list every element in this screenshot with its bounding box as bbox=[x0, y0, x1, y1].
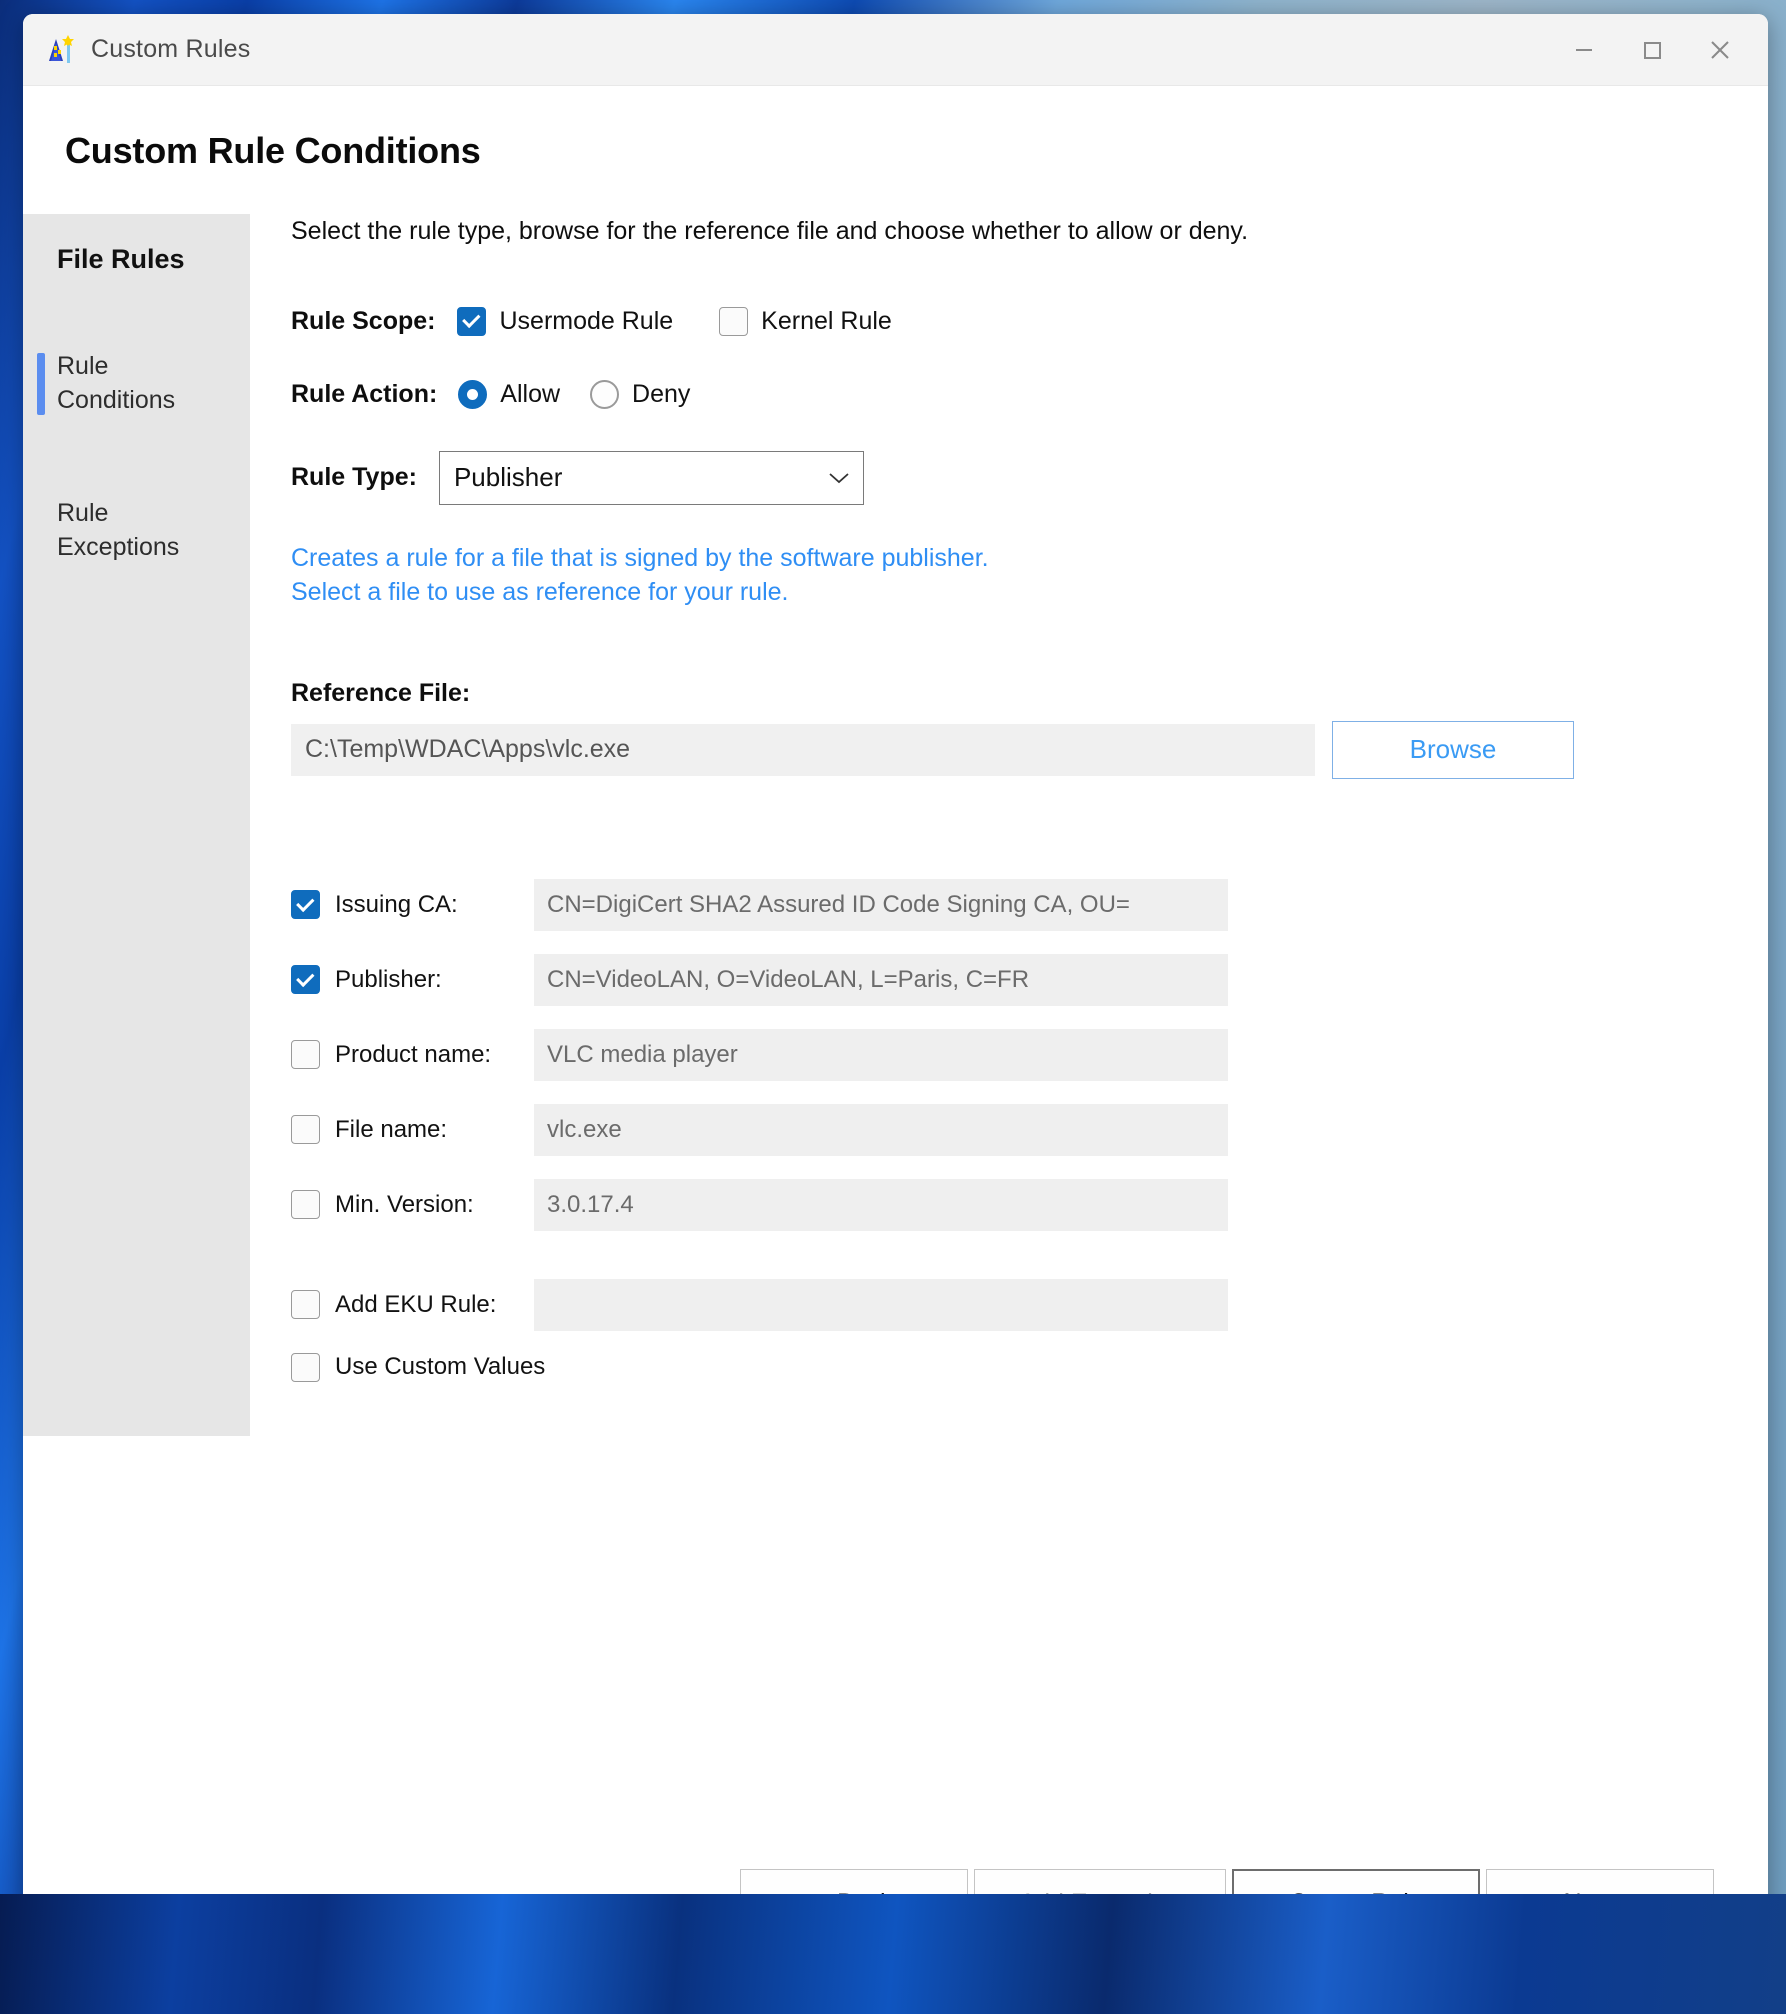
condition-row-eku: Add EKU Rule: bbox=[265, 1279, 1768, 1331]
issuing-ca-value[interactable]: CN=DigiCert SHA2 Assured ID Code Signing… bbox=[534, 879, 1228, 931]
publisher-value[interactable]: CN=VideoLAN, O=VideoLAN, L=Paris, C=FR bbox=[534, 954, 1228, 1006]
condition-row-min-version: Min. Version: 3.0.17.4 bbox=[265, 1179, 1768, 1231]
sidebar-item-rule-exceptions[interactable]: Rule Exceptions bbox=[23, 496, 250, 565]
window-title: Custom Rules bbox=[91, 35, 250, 64]
min-version-label: Min. Version: bbox=[335, 1191, 534, 1219]
selected-indicator bbox=[37, 353, 45, 415]
usermode-rule-label: Usermode Rule bbox=[499, 307, 673, 336]
window-body: File Rules Rule Conditions Rule Exceptio… bbox=[23, 172, 1768, 1830]
page-title: Custom Rule Conditions bbox=[23, 86, 1768, 172]
condition-row-issuing-ca: Issuing CA: CN=DigiCert SHA2 Assured ID … bbox=[265, 879, 1768, 931]
maximize-button[interactable] bbox=[1618, 14, 1686, 86]
sidebar: File Rules Rule Conditions Rule Exceptio… bbox=[23, 214, 250, 1436]
file-name-checkbox[interactable] bbox=[291, 1115, 320, 1144]
kernel-rule-checkbox[interactable] bbox=[719, 307, 748, 336]
min-version-checkbox[interactable] bbox=[291, 1190, 320, 1219]
sidebar-item-label-line2: Exceptions bbox=[57, 530, 250, 564]
rule-scope-label: Rule Scope: bbox=[291, 307, 435, 336]
desktop-background: Custom Rules bbox=[0, 0, 1786, 2014]
intro-text: Select the rule type, browse for the ref… bbox=[265, 214, 1255, 249]
issuing-ca-checkbox[interactable] bbox=[291, 890, 320, 919]
close-button[interactable] bbox=[1686, 14, 1754, 86]
file-name-value[interactable]: vlc.exe bbox=[534, 1104, 1228, 1156]
condition-row-custom-values: Use Custom Values bbox=[265, 1353, 1768, 1382]
rule-action-row: Rule Action: Allow Deny bbox=[265, 380, 1768, 409]
add-eku-rule-value[interactable] bbox=[534, 1279, 1228, 1331]
sidebar-item-label-line1: Rule bbox=[57, 349, 250, 383]
allow-radio[interactable] bbox=[458, 380, 487, 409]
use-custom-values-checkbox[interactable] bbox=[291, 1353, 320, 1382]
reference-file-label: Reference File: bbox=[291, 679, 470, 708]
rule-type-value: Publisher bbox=[454, 462, 827, 493]
content-panel: Select the rule type, browse for the ref… bbox=[250, 214, 1768, 1830]
kernel-rule-label: Kernel Rule bbox=[761, 307, 892, 336]
add-eku-rule-checkbox[interactable] bbox=[291, 1290, 320, 1319]
condition-row-publisher: Publisher: CN=VideoLAN, O=VideoLAN, L=Pa… bbox=[265, 954, 1768, 1006]
product-name-checkbox[interactable] bbox=[291, 1040, 320, 1069]
min-version-value[interactable]: 3.0.17.4 bbox=[534, 1179, 1228, 1231]
next-button[interactable]: Next > bbox=[1486, 1869, 1714, 1937]
title-bar: Custom Rules bbox=[23, 14, 1768, 86]
product-name-value[interactable]: VLC media player bbox=[534, 1029, 1228, 1081]
reference-file-row: C:\Temp\WDAC\Apps\vlc.exe Browse bbox=[265, 721, 1768, 779]
create-rule-button[interactable]: Create Rule bbox=[1232, 1869, 1480, 1937]
rule-type-description-line2: Select a file to use as reference for yo… bbox=[265, 575, 1768, 609]
publisher-label: Publisher: bbox=[335, 966, 534, 994]
rule-action-label: Rule Action: bbox=[291, 380, 437, 409]
rule-scope-row: Rule Scope: Usermode Rule Kernel Rule bbox=[265, 307, 1768, 336]
rule-type-select[interactable]: Publisher bbox=[439, 451, 864, 505]
publisher-checkbox[interactable] bbox=[291, 965, 320, 994]
browse-button[interactable]: Browse bbox=[1332, 721, 1574, 779]
deny-radio[interactable] bbox=[590, 380, 619, 409]
allow-label: Allow bbox=[500, 380, 560, 409]
chevron-down-icon bbox=[827, 467, 851, 489]
custom-rules-window: Custom Rules bbox=[23, 14, 1768, 1976]
rule-type-label: Rule Type: bbox=[291, 463, 417, 492]
sidebar-item-label-line2: Conditions bbox=[57, 383, 250, 417]
back-button[interactable]: < Back bbox=[740, 1869, 968, 1937]
product-name-label: Product name: bbox=[335, 1041, 534, 1069]
sidebar-header: File Rules bbox=[23, 244, 250, 275]
minimize-button[interactable] bbox=[1550, 14, 1618, 86]
footer-button-bar: < Back Add Exception Create Rule Next > bbox=[23, 1830, 1768, 1976]
file-name-label: File name: bbox=[335, 1116, 534, 1144]
reference-file-input[interactable]: C:\Temp\WDAC\Apps\vlc.exe bbox=[291, 724, 1315, 776]
condition-row-product-name: Product name: VLC media player bbox=[265, 1029, 1768, 1081]
rule-type-row: Rule Type: Publisher bbox=[265, 451, 1768, 505]
sidebar-item-label-line1: Rule bbox=[57, 496, 250, 530]
reference-file-label-row: Reference File: bbox=[265, 679, 1768, 708]
condition-row-file-name: File name: vlc.exe bbox=[265, 1104, 1768, 1156]
add-eku-rule-label: Add EKU Rule: bbox=[335, 1291, 534, 1319]
sidebar-item-rule-conditions[interactable]: Rule Conditions bbox=[23, 349, 250, 418]
use-custom-values-label: Use Custom Values bbox=[335, 1353, 545, 1381]
usermode-rule-checkbox[interactable] bbox=[457, 307, 486, 336]
deny-label: Deny bbox=[632, 380, 690, 409]
add-exception-button[interactable]: Add Exception bbox=[974, 1869, 1226, 1937]
rule-type-description-line1: Creates a rule for a file that is signed… bbox=[265, 541, 1768, 575]
app-castle-icon bbox=[45, 34, 75, 66]
issuing-ca-label: Issuing CA: bbox=[335, 891, 534, 919]
window-controls bbox=[1550, 14, 1768, 86]
